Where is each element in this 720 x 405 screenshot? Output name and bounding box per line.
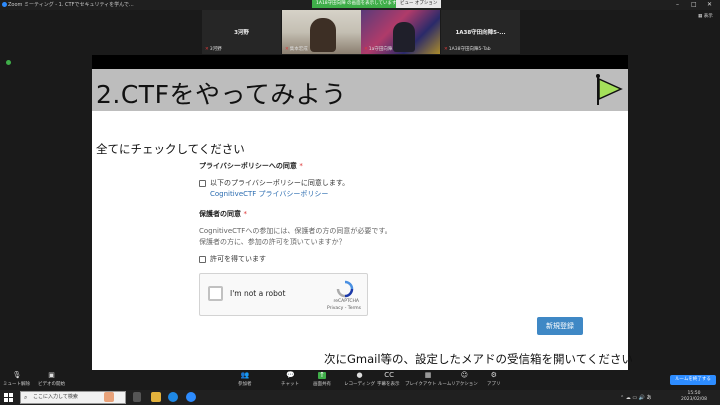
window-title-bar: Zoom ミーティング - 1. CTFでセキュリティを学んで... 1A18守… bbox=[0, 0, 720, 10]
view-options-button[interactable]: ビュー オプション bbox=[396, 0, 442, 8]
minimize-icon[interactable]: – bbox=[676, 0, 679, 9]
search-placeholder: ここに入力して検索 bbox=[33, 394, 78, 400]
participants-button[interactable]: 👥 参加者 bbox=[238, 371, 252, 388]
record-icon: ● bbox=[356, 371, 363, 379]
guardian-consent-label: 許可を得ています bbox=[210, 255, 266, 263]
guardian-consent-row[interactable]: 許可を得ています bbox=[199, 254, 266, 264]
end-room-button[interactable]: ルームを終了する bbox=[670, 375, 716, 385]
participant-tile[interactable]: 1A38守田向陣5-... ✕1A38守田向陣5-Tab bbox=[441, 10, 520, 54]
recaptcha-brand: reCAPTCHA bbox=[333, 299, 359, 304]
grid-icon: ▦ bbox=[698, 14, 703, 19]
reactions-button[interactable]: ☺ リアクション bbox=[451, 371, 478, 388]
participant-label: ✕1A38守田向陣5-Tab bbox=[444, 47, 491, 52]
chrome-icon[interactable] bbox=[168, 392, 178, 402]
privacy-consent-label: 以下のプライバシーポリシーに同意します。 bbox=[210, 179, 350, 187]
close-icon[interactable]: ✕ bbox=[707, 0, 712, 9]
file-explorer-icon[interactable] bbox=[151, 392, 161, 402]
privacy-policy-link[interactable]: CognitiveCTF プライバシーポリシー bbox=[210, 189, 328, 199]
clock-date: 2023/02/08 bbox=[681, 397, 707, 402]
chat-button[interactable]: 💬 チャット bbox=[281, 371, 299, 388]
participant-video bbox=[393, 22, 415, 52]
check-heading: 全てにチェックしてください bbox=[96, 142, 245, 156]
recaptcha-logo-icon bbox=[336, 280, 354, 298]
participants-icon: 👥 bbox=[240, 371, 250, 379]
instruction-note: 次にGmail等の、設定したメアドの受信箱を開いてください bbox=[324, 352, 633, 366]
recaptcha-widget[interactable]: I'm not a robot reCAPTCHA Privacy - Term… bbox=[199, 273, 368, 316]
share-screen-button[interactable]: ↑ 画面共有 bbox=[313, 371, 331, 388]
zoom-taskbar-icon[interactable] bbox=[186, 392, 196, 402]
mic-muted-icon: ✕ bbox=[364, 47, 368, 52]
maximize-icon[interactable]: □ bbox=[691, 0, 697, 9]
participant-tile[interactable]: ✕1a守田向陣 bbox=[361, 10, 440, 54]
register-button[interactable]: 新規登録 bbox=[537, 317, 583, 335]
taskbar-clock[interactable]: 15:50 2023/02/08 bbox=[670, 391, 718, 403]
apps-button[interactable]: ⚙ アプリ bbox=[487, 371, 501, 388]
task-view-icon[interactable] bbox=[133, 392, 141, 402]
mic-muted-icon: ✕ bbox=[444, 47, 448, 52]
apps-icon: ⚙ bbox=[490, 371, 497, 379]
system-tray[interactable]: ⌃ ☁ ▭ 🔊 あ bbox=[620, 394, 652, 401]
taskbar-app-icon[interactable] bbox=[104, 392, 114, 402]
captions-button[interactable]: CC 字幕を表示 bbox=[377, 371, 400, 388]
share-screen-icon: ↑ bbox=[318, 371, 326, 379]
record-button[interactable]: ● レコーディング bbox=[344, 371, 375, 388]
guardian-description-line1: CognitiveCTFへの参加には、保護者の方の同意が必要です。 bbox=[199, 227, 392, 235]
participant-label: ✕1a守田向陣 bbox=[364, 47, 393, 52]
meeting-toolbar: 🎙 ミュート解除 ▣ ビデオの開始 👥 参加者 💬 チャット ↑ 画面共有 ● レコーディン… bbox=[0, 370, 720, 390]
mic-muted-icon: ✕ bbox=[285, 47, 289, 52]
view-label: 表示 bbox=[703, 14, 713, 19]
search-icon: ⌕ bbox=[24, 394, 28, 401]
flag-icon bbox=[596, 74, 623, 105]
participant-tile[interactable]: 3河野 ✕3河野 bbox=[202, 10, 281, 54]
privacy-section-title: プライバシーポリシーへの同意 * bbox=[199, 162, 303, 170]
mic-muted-icon: 🎙 bbox=[12, 371, 22, 379]
participant-label: ✕集本宏成 bbox=[285, 47, 308, 52]
recaptcha-label: I'm not a robot bbox=[230, 289, 286, 298]
privacy-consent-row[interactable]: 以下のプライバシーポリシーに同意します。 bbox=[199, 178, 349, 188]
zoom-logo-icon bbox=[2, 2, 7, 7]
video-off-icon: ▣ bbox=[48, 371, 55, 379]
participant-tile[interactable]: ✕集本宏成 bbox=[282, 10, 361, 54]
start-video-button[interactable]: ▣ ビデオの開始 bbox=[38, 371, 65, 388]
unmute-button[interactable]: 🎙 ミュート解除 bbox=[3, 371, 30, 388]
participant-label: ✕3河野 bbox=[205, 47, 222, 52]
slide-header: 2.CTFをやってみよう bbox=[92, 69, 628, 111]
privacy-consent-checkbox[interactable] bbox=[199, 179, 206, 187]
mic-muted-icon: ✕ bbox=[205, 47, 209, 52]
guardian-section-title: 保護者の同意 * bbox=[199, 210, 247, 218]
participant-name: 1A38守田向陣5-... bbox=[455, 30, 506, 36]
participant-video bbox=[310, 18, 336, 52]
guardian-description-line2: 保護者の方に、参加の許可を頂いていますか？ bbox=[199, 238, 346, 246]
breakout-icon: ▦ bbox=[424, 371, 432, 379]
participant-name: 3河野 bbox=[234, 30, 249, 36]
slide-body: 全てにチェックしてください プライバシーポリシーへの同意 * 以下のプライバシー… bbox=[92, 111, 633, 370]
chat-icon: 💬 bbox=[285, 371, 295, 379]
screen-share-banner: 1A18守田向陣 の画面を表示しています bbox=[312, 0, 401, 8]
slide-title: 2.CTFをやってみよう bbox=[96, 80, 347, 109]
window-title: Zoom ミーティング - 1. CTFでセキュリティを学んで... bbox=[8, 2, 134, 8]
reaction-icon: ☺ bbox=[460, 371, 469, 379]
connection-status-icon bbox=[6, 60, 11, 65]
breakout-rooms-button[interactable]: ▦ ブレイクアウト ルーム bbox=[405, 371, 451, 388]
shared-screen-top-bar bbox=[92, 55, 628, 69]
windows-start-icon[interactable] bbox=[4, 393, 13, 402]
recaptcha-terms-link[interactable]: Privacy - Terms bbox=[200, 306, 367, 311]
guardian-consent-checkbox[interactable] bbox=[199, 255, 206, 263]
cc-icon: CC bbox=[384, 371, 395, 379]
windows-taskbar: ⌕ ここに入力して検索 ⌃ ☁ ▭ 🔊 あ 15:50 2023/02/08 bbox=[0, 390, 720, 405]
view-menu-button[interactable]: ▦ 表示 bbox=[698, 13, 713, 19]
